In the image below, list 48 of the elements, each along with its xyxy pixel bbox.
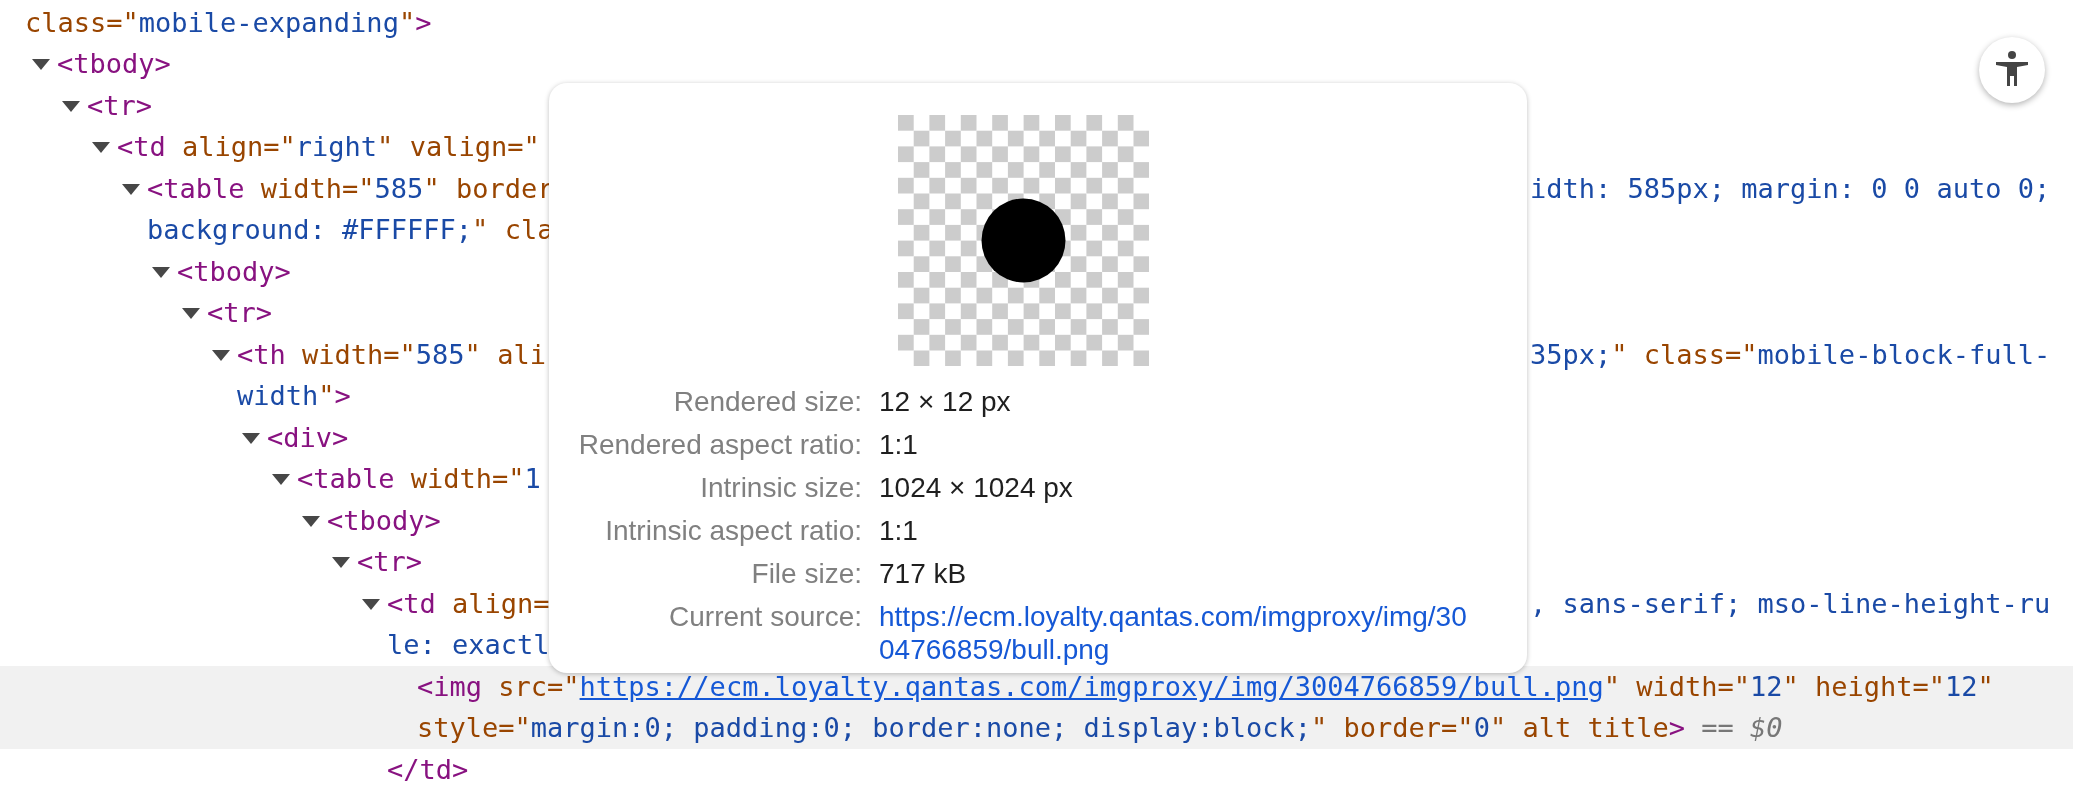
property-label: Intrinsic size: <box>699 471 862 505</box>
code-line: <tr> <box>87 89 153 121</box>
expand-triangle-icon[interactable] <box>212 349 230 362</box>
code-line: <table width="1 <box>297 463 541 494</box>
code-line: style="margin:0; padding:0; border:none; display:block;" border="0" alt title> == $0 <box>417 712 1783 743</box>
source-link[interactable]: https://ecm.loyalty.qantas.com/imgproxy/img/3004766859/bull.png <box>879 595 1477 666</box>
code-line: width"> <box>237 380 351 411</box>
property-value: 12 × 12 px <box>879 385 1012 419</box>
code-line: <img src="https://ecm.loyalty.qantas.com/imgproxy/img/3004766859/bull.png" width="12" height="12" <box>417 670 1994 702</box>
code-line: <td align= <box>387 587 550 619</box>
selected-node-row[interactable]: <img src="https://ecm.loyalty.qantas.com/imgproxy/img/3004766859/bull.png" width="12" height="12" style="margin:0; padding:0; border:none; display:block;" border="0" alt title> == $0 <box>0 666 2073 749</box>
property-value: 1024 × 1024 px <box>879 471 1074 505</box>
code-line: <tbody> <box>57 48 171 79</box>
url-link[interactable]: https://ecm.loyalty.qantas.com/imgproxy/img/3004766859/bull.png <box>579 670 1604 702</box>
property-label: Current source: <box>668 600 862 634</box>
code-line: <td align="right" valign=" <box>117 131 540 162</box>
expand-triangle-icon[interactable] <box>242 432 260 445</box>
code-line: le: exactl <box>387 629 550 660</box>
property-value: 1:1 <box>879 428 919 462</box>
property-value: 1:1 <box>879 514 919 548</box>
code-line: <table width="585" border <box>147 172 554 204</box>
code-line-fragment: , sans-serif; mso-line-height-ru <box>1530 587 2051 619</box>
code-line: <tbody> <box>177 255 291 287</box>
expand-triangle-icon[interactable] <box>92 142 110 154</box>
code-line-fragment: idth: 585px; margin: 0 0 auto 0; <box>1530 172 2051 204</box>
expand-triangle-icon[interactable] <box>302 515 320 528</box>
property-value: 717 kB <box>879 557 968 591</box>
code-line: <tbody> <box>327 504 441 536</box>
expand-triangle-icon[interactable] <box>122 183 140 196</box>
property-label: Intrinsic aspect ratio: <box>604 514 862 548</box>
accessibility-button[interactable] <box>1979 37 2045 103</box>
expand-triangle-icon[interactable] <box>182 308 200 320</box>
code-line: class="mobile-expanding"> <box>25 6 432 38</box>
expand-triangle-icon[interactable] <box>362 598 380 611</box>
code-line: <div> <box>267 421 349 453</box>
expand-triangle-icon[interactable] <box>272 474 290 486</box>
expand-triangle-icon[interactable] <box>62 100 80 113</box>
property-label: File size: <box>750 557 862 591</box>
code-line-fragment: 35px;" class="mobile-block-full- <box>1530 338 2051 370</box>
expand-triangle-icon[interactable] <box>332 557 350 569</box>
expand-triangle-icon[interactable] <box>32 59 50 71</box>
property-label: Rendered size: <box>672 385 862 419</box>
code-line: <tr> <box>207 297 273 328</box>
code-line: <th width="585" ali <box>237 338 546 370</box>
code-line: </td> <box>387 753 469 785</box>
property-label: Rendered aspect ratio: <box>577 428 862 462</box>
code-line: <tr> <box>357 546 423 577</box>
expand-triangle-icon[interactable] <box>152 266 170 279</box>
